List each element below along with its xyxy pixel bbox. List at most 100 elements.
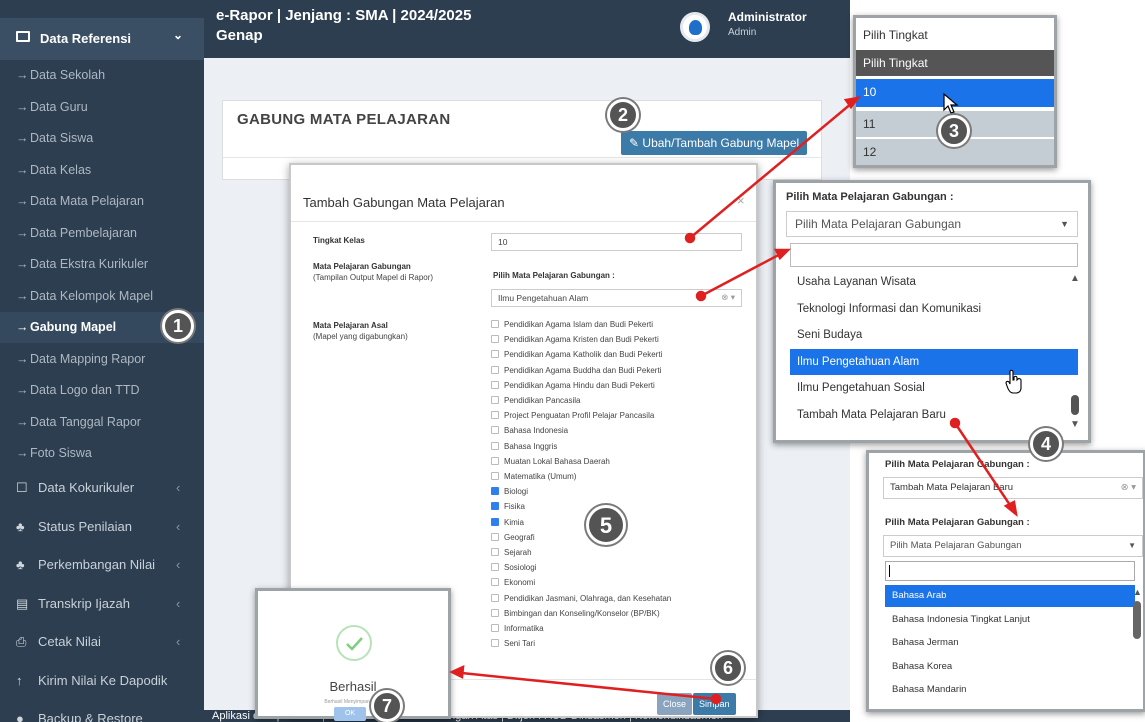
checkbox-icon[interactable] xyxy=(491,365,499,374)
subject-checkbox-item[interactable]: Biologi xyxy=(491,487,528,497)
subject-checkbox-item[interactable]: Pendidikan Agama Kristen dan Budi Pekert… xyxy=(491,335,659,345)
mapel-baru-option[interactable]: Bahasa Indonesia Tingkat Lanjut xyxy=(885,609,1135,631)
mapel-baru-option[interactable]: Bahasa Arab xyxy=(885,585,1135,607)
sidebar-item[interactable]: → Data Ekstra Kurikuler xyxy=(0,249,204,280)
simpan-button[interactable]: Simpan xyxy=(693,693,736,715)
checkbox-icon[interactable] xyxy=(491,472,499,480)
mapel-option[interactable]: Teknologi Informasi dan Komunikasi xyxy=(790,296,1078,322)
checkbox-icon[interactable] xyxy=(491,563,499,572)
sidebar-item[interactable]: → Data Guru xyxy=(0,92,204,123)
sidebar-item[interactable]: → Data Siswa xyxy=(0,123,204,154)
checkbox-icon[interactable] xyxy=(491,411,499,420)
subject-checkbox-item[interactable]: Project Penguatan Profil Pelajar Pancasi… xyxy=(491,411,654,421)
scroll-thumb[interactable] xyxy=(1133,601,1141,639)
clear-dropdown-icon[interactable]: ⊗ ▾ xyxy=(1121,478,1136,498)
close-icon[interactable]: × xyxy=(737,193,745,208)
subject-checkbox-item[interactable]: Matematika (Umum) xyxy=(491,472,576,482)
mapel-option[interactable]: Usaha Layanan Wisata xyxy=(790,269,1078,295)
sidebar-item[interactable]: → Data Sekolah xyxy=(0,60,204,91)
mapel-option[interactable]: Tambah Mata Pelajaran Baru xyxy=(790,402,1078,428)
checkbox-icon[interactable] xyxy=(491,593,499,602)
sidebar-group[interactable]: ♣ Status Penilaian ‹ xyxy=(0,509,204,545)
subject-checkbox-item[interactable]: Pendidikan Agama Buddha dan Budi Pekerti xyxy=(491,365,661,376)
dropdown-scrollbar[interactable]: ▲ ▼ xyxy=(1070,271,1080,431)
subject-checkbox-item[interactable]: Ekonomi xyxy=(491,578,535,588)
checkbox-icon[interactable] xyxy=(491,624,499,632)
scroll-up-icon[interactable]: ▲ xyxy=(1133,587,1142,597)
ubah-tambah-gabung-mapel-button[interactable]: ✎ Ubah/Tambah Gabung Mapel xyxy=(621,131,808,155)
sidebar-group[interactable]: ▤ Transkrip Ijazah ‹ xyxy=(0,586,204,622)
clear-dropdown-icon[interactable]: ⊗ ▾ xyxy=(721,293,735,302)
subject-checkbox-item[interactable]: Sosiologi xyxy=(491,563,536,573)
sidebar-group[interactable]: ☐ Data Kokurikuler ‹ xyxy=(0,470,204,506)
tingkat-option[interactable]: Pilih Tingkat xyxy=(856,50,1054,76)
subject-checkbox-item[interactable]: Pendidikan Agama Hindu dan Budi Pekerti xyxy=(491,380,655,391)
subject-checkbox-item[interactable]: Seni Tari xyxy=(491,639,535,649)
subject-checkbox-item[interactable]: Bimbingan dan Konseling/Konselor (BP/BK) xyxy=(491,608,660,619)
mapel-baru-option[interactable]: Bahasa Jerman xyxy=(885,632,1135,654)
subject-checkbox-item[interactable]: Informatika xyxy=(491,624,544,634)
checkbox-checked-icon[interactable] xyxy=(491,502,499,511)
checkbox-icon[interactable] xyxy=(491,350,499,359)
sidebar-item[interactable]: → Foto Siswa xyxy=(0,438,204,469)
mapel-gabungan-select[interactable]: Pilih Mata Pelajaran Gabungan ▼ xyxy=(786,211,1078,237)
subject-checkbox-item[interactable]: Bahasa Indonesia xyxy=(491,426,568,436)
subject-checkbox-item[interactable]: Geografi xyxy=(491,532,535,543)
close-button[interactable]: Close xyxy=(657,693,693,715)
mapel-gabungan-select[interactable]: Tambah Mata Pelajaran Baru ⊗ ▾ xyxy=(883,477,1143,499)
subject-checkbox-item[interactable]: Pendidikan Agama Katholik dan Budi Peker… xyxy=(491,350,662,360)
sidebar-group[interactable]: ↑ Kirim Nilai Ke Dapodik xyxy=(0,663,204,699)
sidebar-group[interactable]: ⎙ Cetak Nilai ‹ xyxy=(0,624,204,660)
checkbox-icon[interactable] xyxy=(491,532,499,541)
checkbox-icon[interactable] xyxy=(491,320,499,328)
mapel-option[interactable]: Seni Budaya xyxy=(790,322,1078,348)
sidebar-item[interactable]: → Data Mata Pelajaran xyxy=(0,186,204,217)
sidebar-item[interactable]: → Data Kelas xyxy=(0,155,204,186)
scroll-down-icon[interactable]: ▼ xyxy=(1070,419,1080,430)
checkbox-icon[interactable] xyxy=(491,578,499,587)
checkbox-icon[interactable] xyxy=(491,426,499,435)
subject-checkbox-item[interactable]: Kimia xyxy=(491,517,524,528)
sidebar-item[interactable]: → Data Kelompok Mapel xyxy=(0,281,204,312)
scroll-thumb[interactable] xyxy=(1071,395,1079,415)
scroll-up-icon[interactable]: ▲ xyxy=(1070,273,1080,284)
checkbox-checked-icon[interactable] xyxy=(491,487,499,496)
mapel-option[interactable]: Ilmu Pengetahuan Alam xyxy=(790,348,1078,375)
sidebar-item[interactable]: → Data Tanggal Rapor xyxy=(0,407,204,438)
user-name[interactable]: Administrator xyxy=(728,10,807,24)
checkbox-checked-icon[interactable] xyxy=(491,517,499,526)
mapel-option[interactable]: Ilmu Pengetahuan Sosial xyxy=(790,375,1078,401)
checkbox-icon[interactable] xyxy=(491,380,499,389)
mapel-baru-option[interactable]: Bahasa Mandarin xyxy=(885,679,1135,701)
sidebar-item-label: Data Sekolah xyxy=(30,68,106,82)
checkbox-icon[interactable] xyxy=(491,608,499,617)
sidebar-group-data-referensi[interactable]: Data Referensi ⌄ xyxy=(0,18,204,60)
mapel-gabungan-select[interactable]: Ilmu Pengetahuan Alam ⊗ ▾ xyxy=(491,289,742,307)
subject-checkbox-item[interactable]: Bahasa Inggris xyxy=(491,441,557,452)
subject-checkbox-item[interactable]: Pendidikan Agama Islam dan Budi Pekerti xyxy=(491,320,653,330)
checkbox-icon[interactable] xyxy=(491,335,499,344)
mapel-baru-option[interactable]: Bahasa Korea xyxy=(885,656,1135,678)
checkbox-icon[interactable] xyxy=(491,456,499,465)
tingkat-kelas-select[interactable]: 10 xyxy=(491,233,742,251)
sidebar-item[interactable]: → Data Logo dan TTD xyxy=(0,375,204,406)
arrow-right-icon: → xyxy=(16,414,29,429)
sidebar-item[interactable]: → Data Pembelajaran xyxy=(0,218,204,249)
subject-checkbox-item[interactable]: Sejarah xyxy=(491,548,532,558)
sidebar-group[interactable]: ♣ Perkembangan Nilai ‹ xyxy=(0,547,204,583)
sidebar-group[interactable]: ● Backup & Restore xyxy=(0,701,204,722)
checkbox-icon[interactable] xyxy=(491,548,499,556)
checkbox-icon[interactable] xyxy=(491,639,499,648)
tingkat-select-display[interactable]: Pilih Tingkat xyxy=(856,22,1054,48)
subject-checkbox-item[interactable]: Pendidikan Pancasila xyxy=(491,396,581,406)
subject-checkbox-item[interactable]: Pendidikan Jasmani, Olahraga, dan Keseha… xyxy=(491,593,671,604)
mapel-baru-select[interactable]: Pilih Mata Pelajaran Gabungan ▼ xyxy=(883,535,1143,557)
subject-checkbox-item[interactable]: Fisika xyxy=(491,502,525,512)
sidebar-item[interactable]: → Data Mapping Rapor xyxy=(0,344,204,375)
dropdown-search-input[interactable] xyxy=(790,243,1078,267)
dropdown-search-input[interactable] xyxy=(885,561,1135,581)
subject-checkbox-item[interactable]: Muatan Lokal Bahasa Daerah xyxy=(491,456,610,467)
checkbox-icon[interactable] xyxy=(491,441,499,450)
ok-button[interactable]: OK xyxy=(334,707,366,721)
checkbox-icon[interactable] xyxy=(491,396,499,404)
